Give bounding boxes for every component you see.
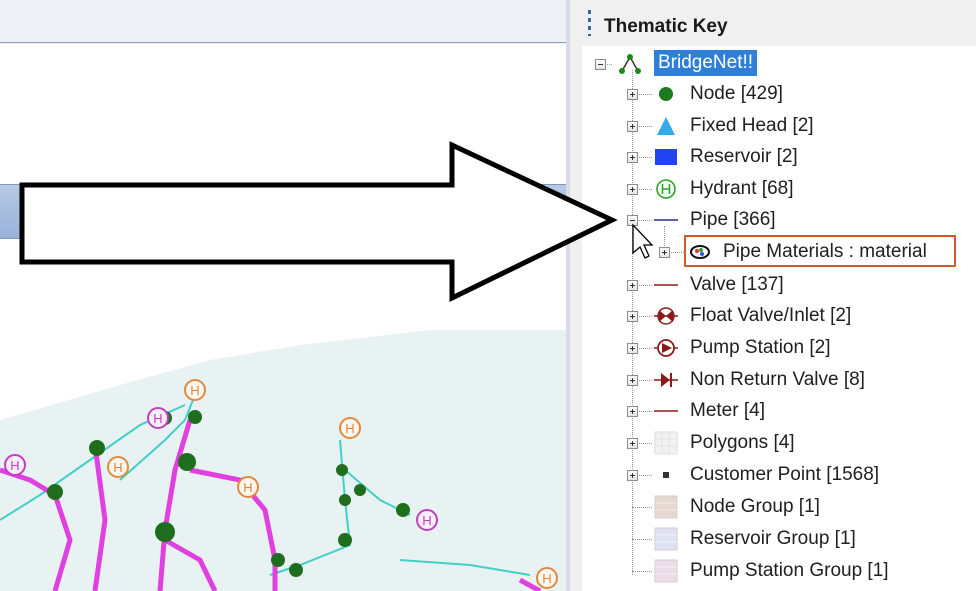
annotation-overlay — [19, 141, 654, 302]
arrow-icon — [19, 141, 618, 302]
mouse-cursor-icon — [632, 223, 654, 259]
